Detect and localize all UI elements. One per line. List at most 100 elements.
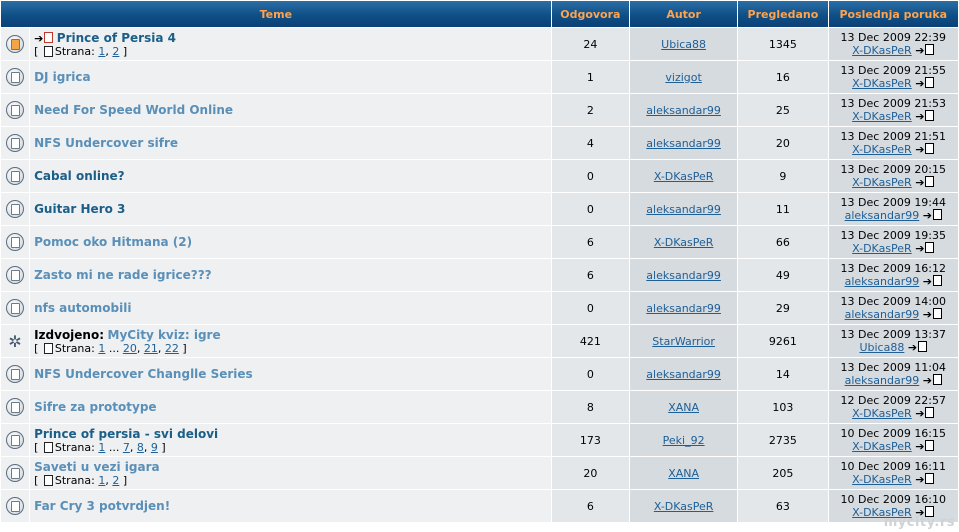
topic-icon-cell: ✲	[1, 325, 30, 357]
page-link[interactable]: 8	[137, 441, 144, 454]
last-post-user-link[interactable]: aleksandar99	[845, 275, 920, 288]
author-link[interactable]: XANA	[668, 401, 699, 414]
page-link[interactable]: 1	[98, 45, 105, 58]
topic-title-link[interactable]: Guitar Hero 3	[34, 202, 125, 216]
topic-title-link[interactable]: Pomoc oko Hitmana (2)	[34, 235, 192, 249]
author-cell: aleksandar99	[629, 193, 738, 225]
author-link[interactable]: aleksandar99	[646, 368, 721, 381]
last-post-cell: 13 Dec 2009 19:44 aleksandar99 ➔	[828, 193, 958, 225]
go-to-last-post-icon[interactable]: ➔	[915, 175, 935, 189]
topic-title-link[interactable]: DJ igrica	[34, 70, 91, 84]
last-post-cell: 13 Dec 2009 13:37 Ubica88 ➔	[828, 325, 958, 357]
topic-icon-cell	[1, 259, 30, 291]
topic-title-link[interactable]: Cabal online?	[34, 169, 125, 183]
go-to-last-post-icon[interactable]: ➔	[915, 43, 935, 57]
page-link[interactable]: 1	[98, 342, 105, 355]
author-link[interactable]: aleksandar99	[646, 203, 721, 216]
topic-cell: NFS Undercover sifre	[30, 127, 551, 159]
go-to-last-post-icon[interactable]: ➔	[915, 472, 935, 486]
last-post-user-link[interactable]: X-DKasPeR	[852, 77, 912, 90]
topic-cell: ➔ Prince of Persia 4[ Strana: 1, 2 ]	[30, 28, 551, 60]
page-link[interactable]: 1	[98, 441, 105, 454]
header-views: Pregledano	[738, 1, 828, 27]
page-link[interactable]: 2	[112, 474, 119, 487]
last-post-user-link[interactable]: X-DKasPeR	[852, 407, 912, 420]
author-link[interactable]: Ubica88	[661, 38, 706, 51]
page-link[interactable]: 20	[123, 342, 137, 355]
topic-title-link[interactable]: Far Cry 3 potvrdjen!	[34, 499, 170, 513]
author-cell: aleksandar99	[629, 358, 738, 390]
replies-count: 1	[551, 61, 629, 93]
go-to-last-post-icon[interactable]: ➔	[915, 109, 935, 123]
go-to-last-post-icon[interactable]: ➔	[908, 340, 928, 354]
table-row: Cabal online? 0 X-DKasPeR 9 13 Dec 2009 20:1…	[1, 160, 958, 192]
page-link[interactable]: 9	[151, 441, 158, 454]
go-to-last-post-icon[interactable]: ➔	[923, 373, 942, 387]
author-cell: aleksandar99	[629, 127, 738, 159]
author-link[interactable]: X-DKasPeR	[654, 236, 714, 249]
new-post-arrow-icon[interactable]: ➔	[34, 31, 54, 45]
last-post-cell: 13 Dec 2009 21:55 X-DKasPeR ➔	[828, 61, 958, 93]
author-link[interactable]: aleksandar99	[646, 104, 721, 117]
last-post-user-link[interactable]: aleksandar99	[845, 209, 920, 222]
last-post-date: 13 Dec 2009 19:44	[840, 195, 947, 209]
last-post-user-link[interactable]: aleksandar99	[845, 374, 920, 387]
author-link[interactable]: aleksandar99	[646, 269, 721, 282]
page-link[interactable]: 7	[123, 441, 130, 454]
go-to-last-post-icon[interactable]: ➔	[915, 76, 935, 90]
pagination-label: Strana:	[54, 473, 95, 487]
topic-title-link[interactable]: nfs automobili	[34, 301, 131, 315]
page-link[interactable]: 2	[112, 45, 119, 58]
topic-title-link[interactable]: NFS Undercover Changlle Series	[34, 367, 253, 381]
views-count: 2735	[738, 424, 828, 456]
topic-title-link[interactable]: Prince of persia - svi delovi	[34, 427, 218, 441]
last-post-user-link[interactable]: X-DKasPeR	[852, 473, 912, 486]
last-post-date: 13 Dec 2009 21:51	[840, 129, 947, 143]
topic-title-link[interactable]: Sifre za prototype	[34, 400, 157, 414]
author-link[interactable]: vizigot	[665, 71, 701, 84]
page-link[interactable]: 22	[165, 342, 179, 355]
topic-title-link[interactable]: Need For Speed World Online	[34, 103, 233, 117]
last-post-user-link[interactable]: X-DKasPeR	[852, 143, 912, 156]
author-link[interactable]: X-DKasPeR	[654, 500, 714, 513]
page-link[interactable]: 21	[144, 342, 158, 355]
last-post-user-link[interactable]: aleksandar99	[845, 308, 920, 321]
site-watermark: mycity.rs	[883, 515, 955, 530]
replies-count: 0	[551, 160, 629, 192]
author-link[interactable]: X-DKasPeR	[654, 170, 714, 183]
page-link[interactable]: 1	[98, 474, 105, 487]
topic-title-link[interactable]: Zasto mi ne rade igrice???	[34, 268, 212, 282]
last-post-user-link[interactable]: X-DKasPeR	[852, 176, 912, 189]
go-to-last-post-icon[interactable]: ➔	[923, 307, 942, 321]
last-post-user-link[interactable]: X-DKasPeR	[852, 44, 912, 57]
go-to-last-post-icon[interactable]: ➔	[915, 406, 935, 420]
replies-count: 421	[551, 325, 629, 357]
table-row: Far Cry 3 potvrdjen! 6 X-DKasPeR 63 10 Dec 2…	[1, 490, 958, 522]
author-link[interactable]: StarWarrior	[652, 335, 715, 348]
topic-icon-cell	[1, 424, 30, 456]
sticky-prefix: Izdvojeno:	[34, 327, 105, 342]
author-link[interactable]: aleksandar99	[646, 302, 721, 315]
topic-title-link[interactable]: NFS Undercover sifre	[34, 136, 178, 150]
author-link[interactable]: XANA	[668, 467, 699, 480]
topic-title-link[interactable]: MyCity kviz: igre	[108, 328, 221, 342]
author-cell: X-DKasPeR	[629, 160, 738, 192]
go-to-last-post-icon[interactable]: ➔	[923, 208, 942, 222]
last-post-user-link[interactable]: X-DKasPeR	[852, 440, 912, 453]
topic-title-link[interactable]: Prince of Persia 4	[57, 31, 176, 45]
last-post-cell: 13 Dec 2009 20:15 X-DKasPeR ➔	[828, 160, 958, 192]
go-to-last-post-icon[interactable]: ➔	[923, 274, 942, 288]
last-post-user-link[interactable]: X-DKasPeR	[852, 110, 912, 123]
hot-folder-icon	[6, 35, 25, 53]
topic-title-link[interactable]: Saveti u vezi igara	[34, 460, 160, 474]
last-post-cell: 13 Dec 2009 11:04 aleksandar99 ➔	[828, 358, 958, 390]
topic-icon-cell	[1, 457, 30, 489]
author-link[interactable]: aleksandar99	[646, 137, 721, 150]
last-post-user-link[interactable]: Ubica88	[859, 341, 904, 354]
go-to-last-post-icon[interactable]: ➔	[915, 142, 935, 156]
author-link[interactable]: Peki_92	[663, 434, 705, 447]
go-to-last-post-icon[interactable]: ➔	[915, 439, 935, 453]
last-post-user-link[interactable]: X-DKasPeR	[852, 242, 912, 255]
last-post-cell: 10 Dec 2009 16:15 X-DKasPeR ➔	[828, 424, 958, 456]
go-to-last-post-icon[interactable]: ➔	[915, 241, 935, 255]
